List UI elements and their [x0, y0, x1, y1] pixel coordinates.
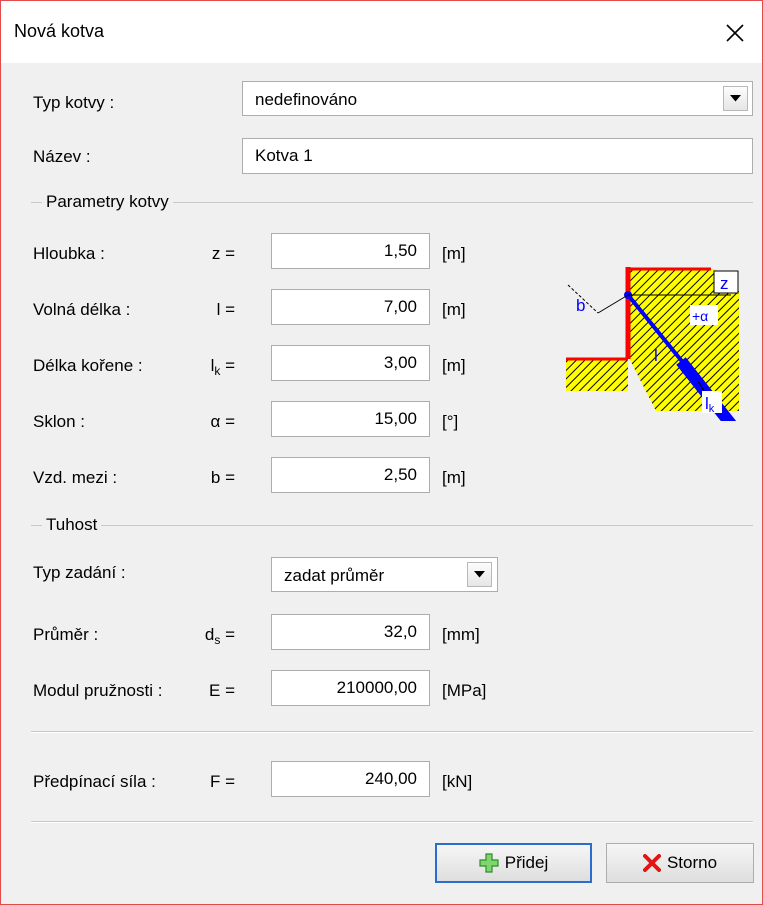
depth-input[interactable]: [271, 233, 430, 269]
spacing-unit: [m]: [442, 468, 466, 487]
diagram-alpha-label: +α: [692, 308, 708, 324]
root-length-symbol: lk =: [210, 356, 235, 378]
prestress-label: Předpínací síla :: [33, 772, 156, 791]
name-label: Název :: [33, 147, 91, 166]
diameter-label: Průměr :: [33, 625, 99, 644]
cancel-button[interactable]: Storno: [606, 843, 754, 883]
window-title: Nová kotva: [14, 21, 105, 41]
prestress-symbol: F =: [209, 772, 235, 791]
inclination-unit: [°]: [442, 412, 459, 431]
depth-symbol: z =: [211, 244, 235, 263]
modulus-symbol: E =: [209, 681, 235, 700]
add-button[interactable]: Přidej: [435, 843, 592, 883]
root-length-unit: [m]: [442, 356, 466, 375]
add-button-label: Přidej: [504, 853, 549, 872]
root-length-label: Délka kořene :: [33, 356, 143, 375]
stiffness-group-title: Tuhost: [42, 515, 102, 535]
spacing-input[interactable]: [271, 457, 430, 493]
anchor-type-select[interactable]: nedefinováno: [242, 81, 753, 116]
inclination-symbol: α =: [210, 412, 235, 431]
x-icon: [642, 854, 661, 872]
root-length-input[interactable]: [271, 345, 430, 381]
new-anchor-dialog: Nová kotva Typ kotvy : nedefinováno Náze…: [0, 0, 763, 905]
dropdown-arrow-icon[interactable]: [467, 562, 492, 587]
modulus-input[interactable]: [271, 670, 430, 706]
free-length-label: Volná délka :: [33, 300, 131, 319]
free-length-symbol: l =: [216, 300, 235, 319]
title-bar: Nová kotva: [1, 1, 762, 63]
name-input[interactable]: [242, 138, 753, 174]
free-length-unit: [m]: [442, 300, 466, 319]
dropdown-arrow-icon[interactable]: [723, 86, 748, 111]
input-type-value: zadat průměr: [284, 566, 385, 585]
spacing-label: Vzd. mezi :: [33, 468, 118, 487]
inclination-label: Sklon :: [33, 412, 85, 431]
cancel-button-label: Storno: [666, 853, 718, 872]
modulus-unit: [MPa]: [442, 681, 487, 700]
prestress-input[interactable]: [271, 761, 430, 797]
input-type-label: Typ zadání :: [33, 563, 126, 582]
diameter-unit: [mm]: [442, 625, 480, 644]
diagram-l-label: l: [654, 346, 658, 365]
spacing-symbol: b =: [210, 468, 235, 487]
diameter-input[interactable]: [271, 614, 430, 650]
diagram-z-label: z: [720, 274, 729, 293]
free-length-input[interactable]: [271, 289, 430, 325]
anchor-type-label: Typ kotvy :: [33, 93, 115, 112]
diagram-b-label: b: [576, 296, 585, 315]
plus-icon: [479, 853, 499, 873]
anchor-diagram: z b l +α lk: [566, 267, 739, 421]
depth-unit: [m]: [442, 244, 466, 263]
modulus-label: Modul pružnosti :: [33, 681, 163, 700]
stiffness-group-line: [31, 525, 753, 526]
soil-hatch-front: [566, 359, 628, 391]
close-button[interactable]: [713, 11, 757, 55]
input-type-select[interactable]: zadat průměr: [271, 557, 498, 592]
close-icon: [726, 24, 744, 42]
depth-label: Hloubka :: [33, 244, 105, 263]
anchor-type-value: nedefinováno: [255, 90, 358, 109]
prestress-unit: [kN]: [442, 772, 473, 791]
dialog-content: Typ kotvy : nedefinováno Název : Paramet…: [1, 63, 762, 904]
parameters-group-title: Parametry kotvy: [42, 192, 173, 212]
inclination-input[interactable]: [271, 401, 430, 437]
diameter-symbol: ds =: [204, 625, 235, 647]
